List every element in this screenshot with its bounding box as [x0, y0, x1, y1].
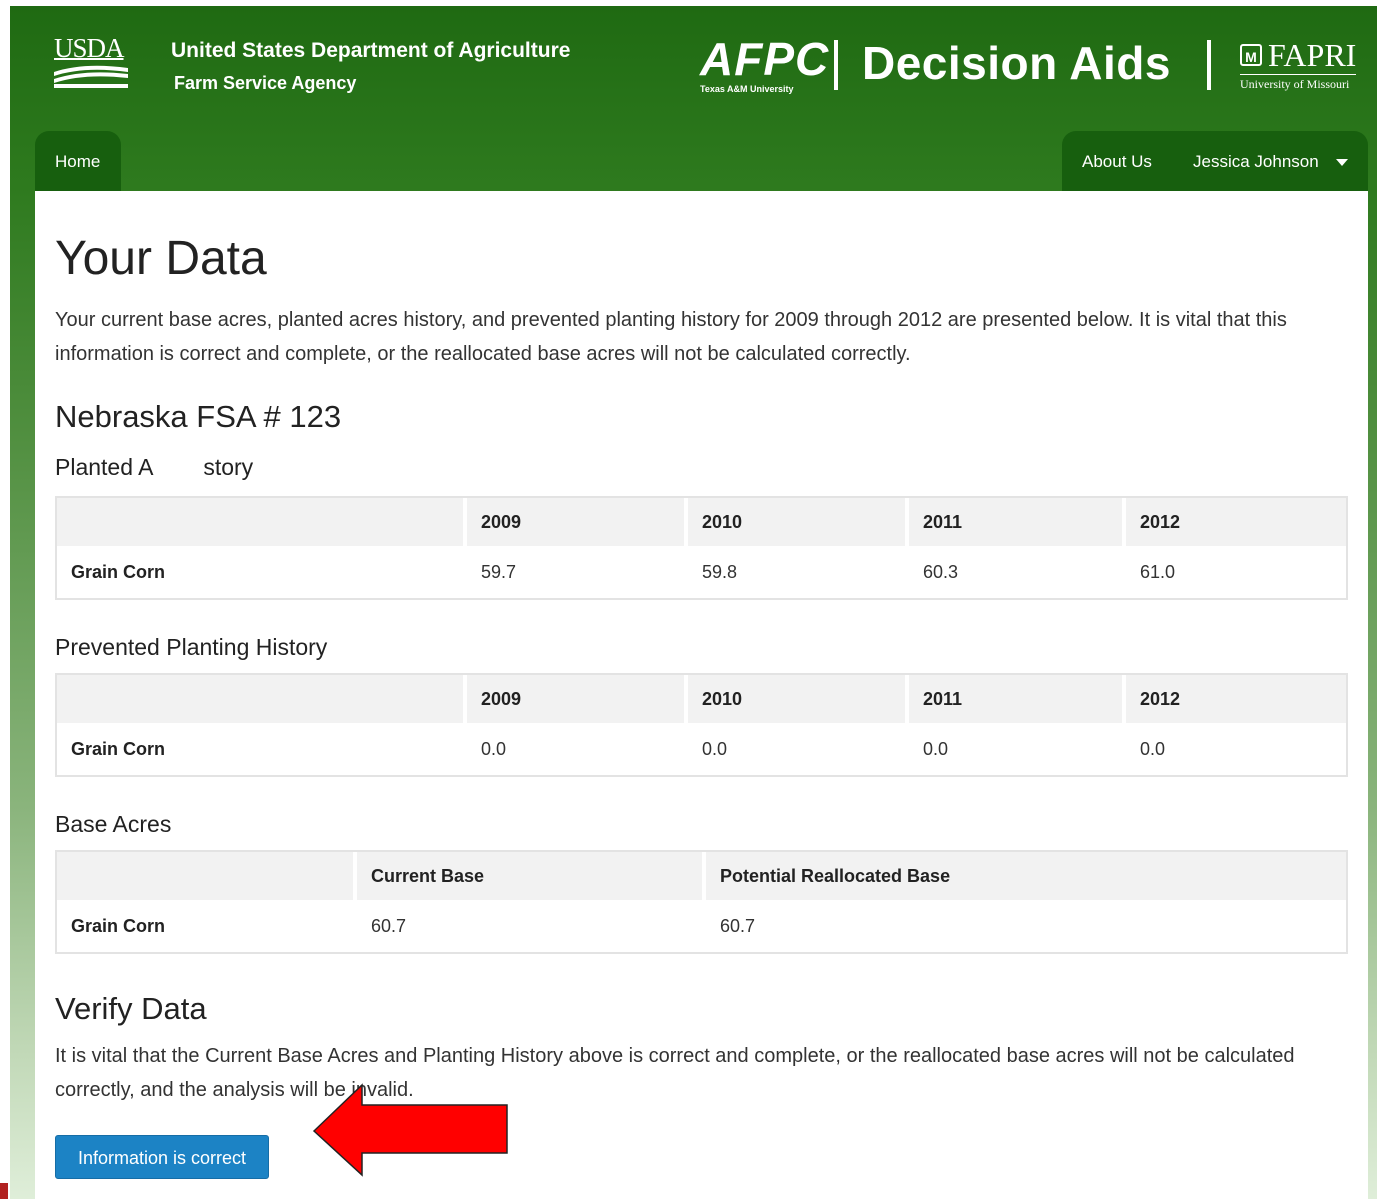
farm-title: Nebraska FSA # 123 [55, 399, 342, 434]
column-header: 2009 [467, 498, 688, 546]
column-header [57, 675, 467, 723]
fapri-logo-text: FAPRI [1268, 37, 1357, 73]
value-cell: 60.3 [923, 561, 959, 582]
table-header-row: Current Base Potential Reallocated Base [57, 852, 1346, 900]
column-header [57, 498, 467, 546]
table-row: Grain Corn 60.7 60.7 [57, 900, 1346, 952]
main-panel: Your Data Your current base acres, plant… [35, 191, 1368, 1199]
nav-home[interactable]: Home [35, 131, 121, 191]
red-arrow-icon [312, 1083, 508, 1177]
column-header: Current Base [357, 852, 706, 900]
value-cell: 59.7 [481, 561, 517, 582]
value-cell: 0.0 [481, 738, 507, 759]
table-row: Grain Corn 0.0 0.0 0.0 0.0 [57, 723, 1346, 775]
value-cell: 60.7 [371, 915, 407, 936]
value-cell: 0.0 [702, 738, 728, 759]
column-header: 2010 [688, 498, 909, 546]
app-frame: USDA United States Department of Agricul… [10, 6, 1377, 1199]
column-header: Potential Reallocated Base [706, 852, 1346, 900]
intro-text: Your current base acres, planted acres h… [55, 309, 1287, 365]
value-cell: 61.0 [1140, 561, 1176, 582]
crop-cell: Grain Corn [71, 915, 166, 936]
afpc-logo-text: AFPC [700, 33, 830, 85]
column-header: 2009 [467, 675, 688, 723]
mizzou-shield-icon: M [1240, 44, 1262, 66]
value-cell: 60.7 [720, 915, 756, 936]
site-header: USDA United States Department of Agricul… [10, 6, 1377, 131]
planted-history-table: 2009 2010 2011 2012 Grain Corn 59.7 59.8… [55, 496, 1348, 600]
fapri-logo[interactable]: M FAPRI University of Missouri [1240, 37, 1357, 92]
header-divider [834, 40, 838, 90]
table-header-row: 2009 2010 2011 2012 [57, 675, 1346, 723]
usda-logo-text: USDA [54, 33, 125, 63]
usda-hills-icon [54, 65, 128, 88]
column-header [57, 852, 357, 900]
crop-cell: Grain Corn [71, 738, 166, 759]
verify-data-title: Verify Data [55, 991, 207, 1026]
nav-home-label: Home [55, 152, 101, 171]
fapri-logo-subtitle: University of Missouri [1240, 74, 1357, 92]
afpc-logo-subtitle: Texas A&M University [700, 84, 794, 94]
caret-down-icon[interactable] [1336, 159, 1348, 166]
corner-accent [0, 1183, 8, 1199]
value-cell: 0.0 [923, 738, 949, 759]
table-row: Grain Corn 59.7 59.8 60.3 61.0 [57, 546, 1346, 598]
agency-title: United States Department of Agriculture [171, 39, 571, 62]
crop-cell: Grain Corn [71, 561, 166, 582]
column-header: 2012 [1126, 498, 1346, 546]
base-acres-table: Current Base Potential Reallocated Base … [55, 850, 1348, 954]
afpc-logo[interactable]: AFPC Texas A&M University [700, 36, 829, 94]
prevented-planting-title: Prevented Planting History [55, 634, 328, 660]
value-cell: 59.8 [702, 561, 738, 582]
value-cell: 0.0 [1140, 738, 1166, 759]
column-header: 2011 [909, 498, 1126, 546]
agency-subtitle: Farm Service Agency [174, 73, 357, 93]
app-title: Decision Aids [862, 37, 1171, 89]
information-correct-button[interactable]: Information is correct [55, 1135, 269, 1179]
table-header-row: 2009 2010 2011 2012 [57, 498, 1346, 546]
column-header: 2011 [909, 675, 1126, 723]
nav-about-us[interactable]: About Us [1082, 152, 1152, 172]
column-header: 2012 [1126, 675, 1346, 723]
planted-history-title: Planted A story [55, 454, 254, 480]
header-divider [1207, 40, 1211, 90]
nav-right: About Us Jessica Johnson [1062, 131, 1368, 191]
base-acres-title: Base Acres [55, 811, 172, 837]
usda-logo[interactable]: USDA [54, 33, 128, 88]
page-title: Your Data [55, 232, 267, 285]
prevented-planting-table: 2009 2010 2011 2012 Grain Corn 0.0 0.0 0… [55, 673, 1348, 777]
column-header: 2010 [688, 675, 909, 723]
user-menu[interactable]: Jessica Johnson [1193, 152, 1319, 172]
verify-text: It is vital that the Current Base Acres … [55, 1045, 1295, 1101]
